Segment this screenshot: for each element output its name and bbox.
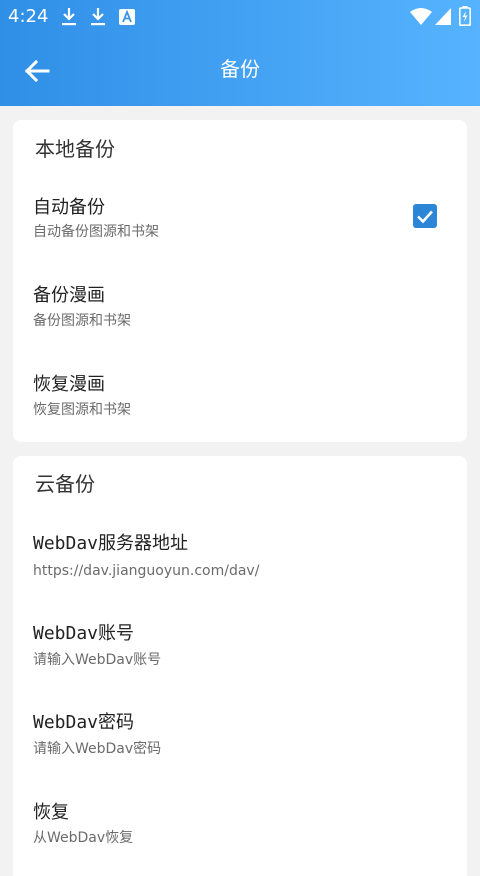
wifi-icon <box>410 8 432 25</box>
battery-charging-icon <box>459 6 471 26</box>
cloud-backup-card: 云备份 WebDav服务器地址 https://dav.jianguoyun.c… <box>13 456 467 876</box>
section-title-local: 本地备份 <box>35 137 115 161</box>
webdav-server-title: WebDav服务器地址 <box>33 533 189 554</box>
webdav-server-subtitle: https://dav.jianguoyun.com/dav/ <box>33 563 260 579</box>
webdav-restore-title: 恢复 <box>33 802 69 823</box>
translate-app-icon <box>119 9 135 25</box>
auto-backup-checkbox[interactable] <box>413 204 437 228</box>
webdav-account-title: WebDav账号 <box>33 623 135 644</box>
app-bar: 4:24 备份 <box>0 0 480 106</box>
restore-comics-subtitle: 恢复图源和书架 <box>33 402 131 418</box>
webdav-restore-subtitle: 从WebDav恢复 <box>33 830 134 846</box>
check-icon <box>417 210 433 224</box>
download-icon <box>91 8 105 26</box>
status-time: 4:24 <box>8 6 49 27</box>
auto-backup-subtitle: 自动备份图源和书架 <box>33 224 159 240</box>
local-backup-card: 本地备份 自动备份 自动备份图源和书架 备份漫画 备份图源和书架 恢复漫画 恢复… <box>13 120 467 442</box>
backup-comics-title: 备份漫画 <box>33 285 105 306</box>
download-icon <box>62 8 76 26</box>
webdav-account-subtitle: 请输入WebDav账号 <box>33 652 162 668</box>
restore-comics-title: 恢复漫画 <box>33 374 105 395</box>
webdav-password-title: WebDav密码 <box>33 712 135 733</box>
status-bar: 4:24 <box>0 0 480 34</box>
backup-comics-subtitle: 备份图源和书架 <box>33 313 131 329</box>
toolbar: 备份 <box>0 34 480 106</box>
page-title: 备份 <box>220 57 260 81</box>
signal-icon <box>435 8 451 25</box>
section-title-cloud: 云备份 <box>35 472 95 496</box>
auto-backup-title: 自动备份 <box>33 197 105 218</box>
webdav-password-subtitle: 请输入WebDav密码 <box>33 741 162 757</box>
